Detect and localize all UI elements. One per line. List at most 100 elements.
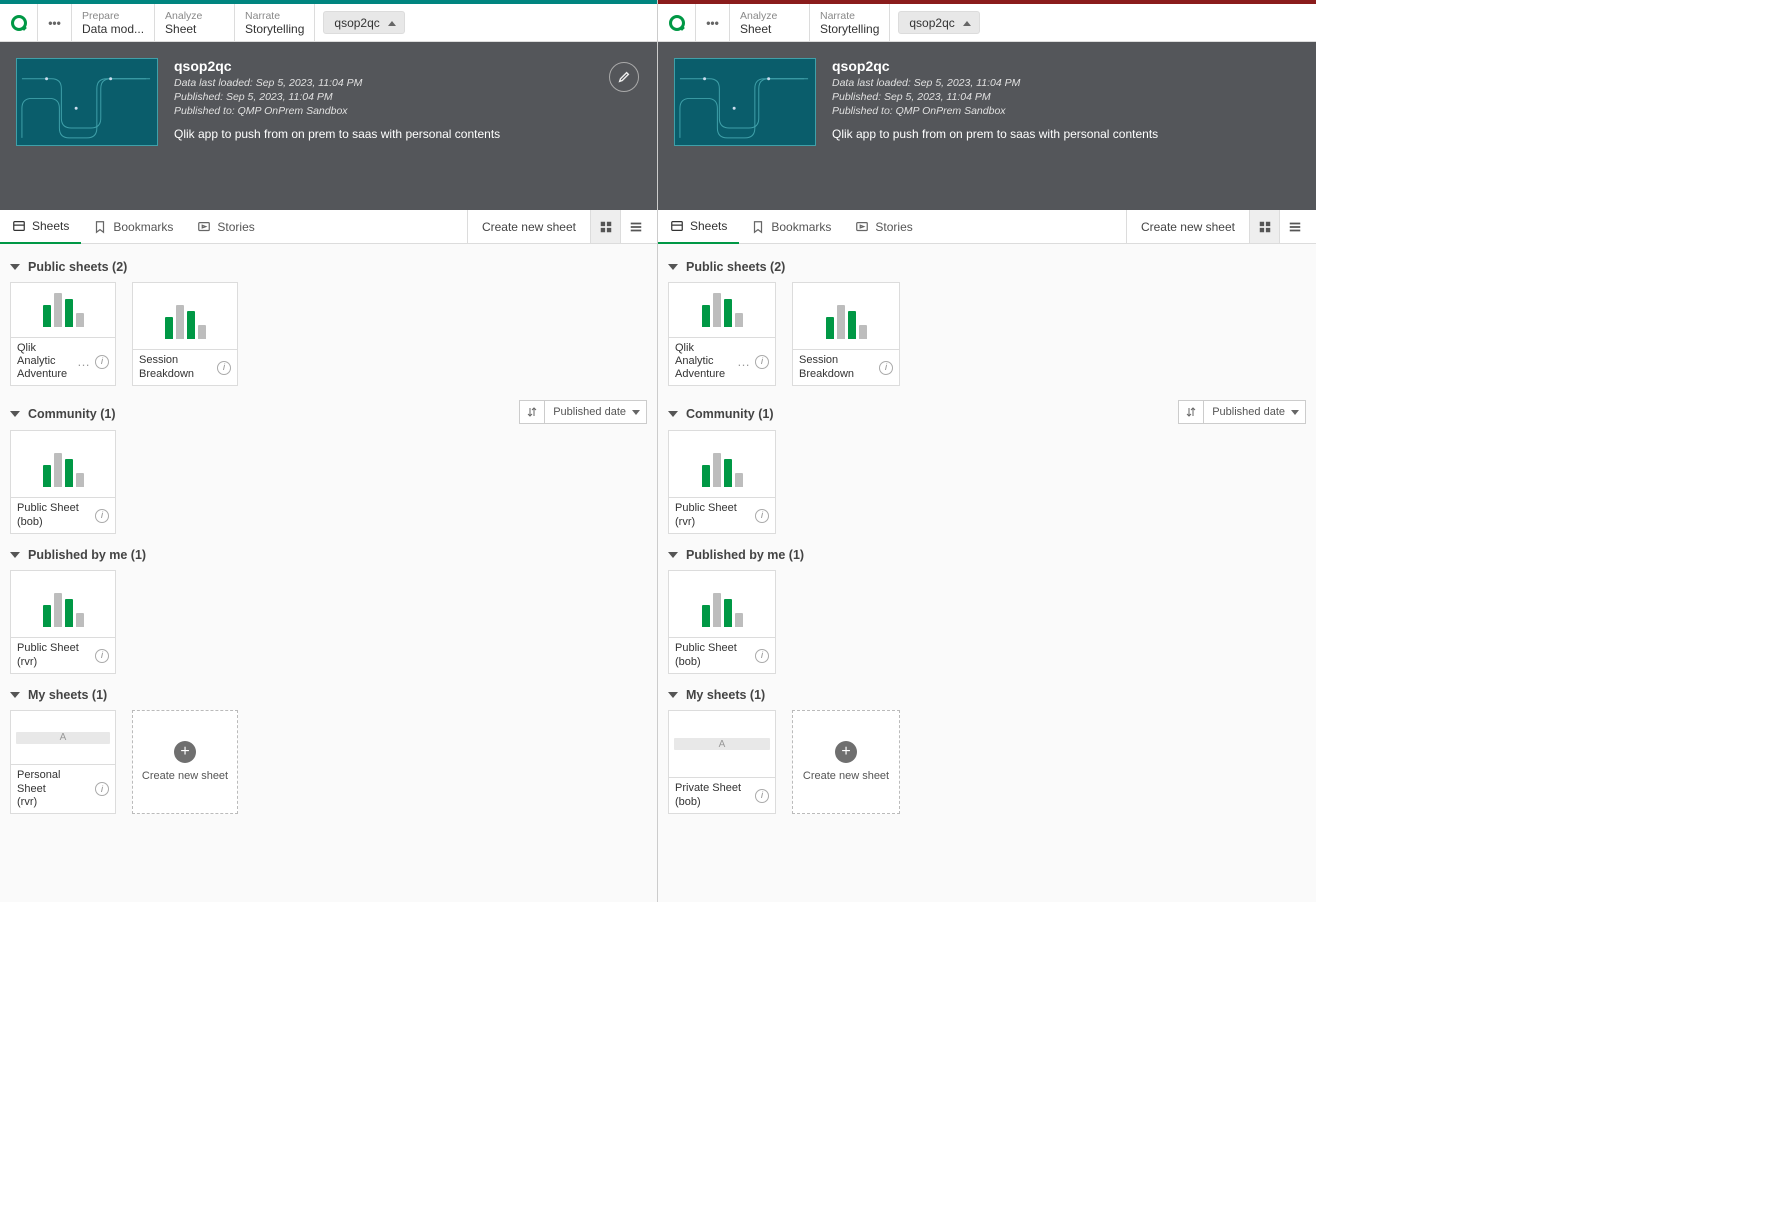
app-meta: qsop2qc Data last loaded: Sep 5, 2023, 1… xyxy=(832,58,1158,194)
bar-chart-icon xyxy=(669,571,775,637)
bar-chart-icon xyxy=(11,283,115,337)
top-nav: ••• Prepare Data mod... Analyze Sheet Na… xyxy=(0,4,657,42)
info-icon[interactable]: i xyxy=(755,355,769,369)
app-selector[interactable]: qsop2qc xyxy=(898,11,979,34)
tab-sheets[interactable]: Sheets xyxy=(0,210,81,244)
nav-step-sub: Storytelling xyxy=(820,22,879,36)
section-community[interactable]: Community (1) xyxy=(668,407,1178,421)
more-menu[interactable]: ••• xyxy=(38,4,72,41)
card-title: Public Sheet (bob) xyxy=(675,642,751,668)
create-sheet-card[interactable]: + Create new sheet xyxy=(132,710,238,814)
sort-field-dropdown[interactable]: Published date xyxy=(545,400,647,424)
create-sheet-card[interactable]: + Create new sheet xyxy=(792,710,900,814)
info-icon[interactable]: i xyxy=(755,789,769,803)
section-my-sheets[interactable]: My sheets (1) xyxy=(10,688,647,702)
app-selector[interactable]: qsop2qc xyxy=(323,11,404,34)
nav-step-narrate[interactable]: Narrate Storytelling xyxy=(235,4,315,41)
bar-chart-icon xyxy=(11,431,115,497)
sheet-card[interactable]: Qlik AnalyticAdventure…i xyxy=(10,282,116,386)
nav-step-analyze[interactable]: Analyze Sheet xyxy=(730,4,810,41)
list-view-button[interactable] xyxy=(1280,210,1310,243)
sheet-card[interactable]: A Personal Sheet(rvr)i xyxy=(10,710,116,814)
list-view-button[interactable] xyxy=(621,210,651,243)
card-title: (rvr) xyxy=(17,796,91,809)
grid-icon xyxy=(1258,220,1272,234)
tab-stories[interactable]: Stories xyxy=(843,210,924,243)
tab-label: Bookmarks xyxy=(113,220,173,234)
tab-bookmarks[interactable]: Bookmarks xyxy=(739,210,843,243)
section-my-sheets[interactable]: My sheets (1) xyxy=(668,688,1306,702)
card-title: Breakdown xyxy=(799,368,854,381)
grid-view-button[interactable] xyxy=(591,210,621,243)
nav-step-prepare[interactable]: Prepare Data mod... xyxy=(72,4,155,41)
sort-field-dropdown[interactable]: Published date xyxy=(1204,400,1306,424)
info-icon[interactable]: i xyxy=(879,361,893,375)
sheet-card[interactable]: Public Sheet (bob) i xyxy=(668,570,776,674)
list-icon xyxy=(1288,220,1302,234)
collapse-icon xyxy=(668,552,678,558)
sheet-card[interactable]: SessionBreakdowni xyxy=(132,282,238,386)
info-icon[interactable]: i xyxy=(217,361,231,375)
sheet-card[interactable]: Public Sheet (rvr)i xyxy=(668,430,776,534)
bar-chart-icon xyxy=(669,431,775,497)
collapse-icon xyxy=(10,552,20,558)
card-title: Session xyxy=(799,354,854,367)
create-new-sheet-link[interactable]: Create new sheet xyxy=(467,210,590,243)
info-icon[interactable]: i xyxy=(95,649,109,663)
info-icon[interactable]: i xyxy=(95,782,109,796)
sheets-icon xyxy=(670,219,684,233)
draft-placeholder-icon: A xyxy=(669,711,775,777)
section-community[interactable]: Community (1) xyxy=(10,407,519,421)
collapse-icon xyxy=(10,411,20,417)
content-body: Public sheets (2) Qlik AnalyticAdventure… xyxy=(658,244,1316,902)
more-icon[interactable]: … xyxy=(737,354,751,370)
meta-published: Published: Sep 5, 2023, 11:04 PM xyxy=(174,90,500,104)
nav-step-narrate[interactable]: Narrate Storytelling xyxy=(810,4,890,41)
create-new-sheet-link[interactable]: Create new sheet xyxy=(1126,210,1249,243)
app-description: Qlik app to push from on prem to saas wi… xyxy=(174,127,500,141)
section-published-by-me[interactable]: Published by me (1) xyxy=(668,548,1306,562)
sort-control[interactable]: Published date xyxy=(519,400,647,424)
section-public[interactable]: Public sheets (2) xyxy=(10,260,647,274)
info-icon[interactable]: i xyxy=(95,355,109,369)
create-label: Create new sheet xyxy=(142,769,228,783)
draft-placeholder-icon: A xyxy=(11,711,115,764)
grid-view-button[interactable] xyxy=(1250,210,1280,243)
thumbnail-art-icon xyxy=(17,59,157,146)
card-title: Qlik Analytic xyxy=(675,342,733,368)
tab-sheets[interactable]: Sheets xyxy=(658,210,739,244)
info-icon[interactable]: i xyxy=(755,649,769,663)
sheet-card[interactable]: A Private Sheet(bob)i xyxy=(668,710,776,814)
card-title: Breakdown xyxy=(139,368,194,381)
meta-stream: Published to: QMP OnPrem Sandbox xyxy=(832,104,1158,118)
sort-direction-button[interactable] xyxy=(1178,400,1204,424)
card-title: Public Sheet (bob) xyxy=(17,502,91,528)
card-title: Adventure xyxy=(675,368,733,381)
more-menu[interactable]: ••• xyxy=(696,4,730,41)
section-public[interactable]: Public sheets (2) xyxy=(668,260,1306,274)
info-icon[interactable]: i xyxy=(95,509,109,523)
app-name: qsop2qc xyxy=(909,16,954,30)
tab-bookmarks[interactable]: Bookmarks xyxy=(81,210,185,243)
nav-step-sub: Storytelling xyxy=(245,22,304,36)
app-logo[interactable] xyxy=(658,4,696,41)
tab-stories[interactable]: Stories xyxy=(185,210,266,243)
nav-step-label: Analyze xyxy=(165,10,224,22)
sheet-card[interactable]: Qlik AnalyticAdventure … i xyxy=(668,282,776,386)
section-published-by-me[interactable]: Published by me (1) xyxy=(10,548,647,562)
sheet-card[interactable]: Public Sheet (rvr)i xyxy=(10,570,116,674)
create-label: Create new sheet xyxy=(803,769,889,783)
sheet-card[interactable]: SessionBreakdown i xyxy=(792,282,900,386)
sort-direction-button[interactable] xyxy=(519,400,545,424)
nav-step-analyze[interactable]: Analyze Sheet xyxy=(155,4,235,41)
app-logo[interactable] xyxy=(0,4,38,41)
meta-loaded: Data last loaded: Sep 5, 2023, 11:04 PM xyxy=(174,76,500,90)
nav-step-label: Narrate xyxy=(245,10,304,22)
info-icon[interactable]: i xyxy=(755,509,769,523)
sort-control[interactable]: Published date xyxy=(1178,400,1306,424)
more-icon[interactable]: … xyxy=(77,354,91,370)
list-icon xyxy=(629,220,643,234)
edit-button[interactable] xyxy=(609,62,639,92)
sort-icon xyxy=(526,406,538,418)
sheet-card[interactable]: Public Sheet (bob) i xyxy=(10,430,116,534)
